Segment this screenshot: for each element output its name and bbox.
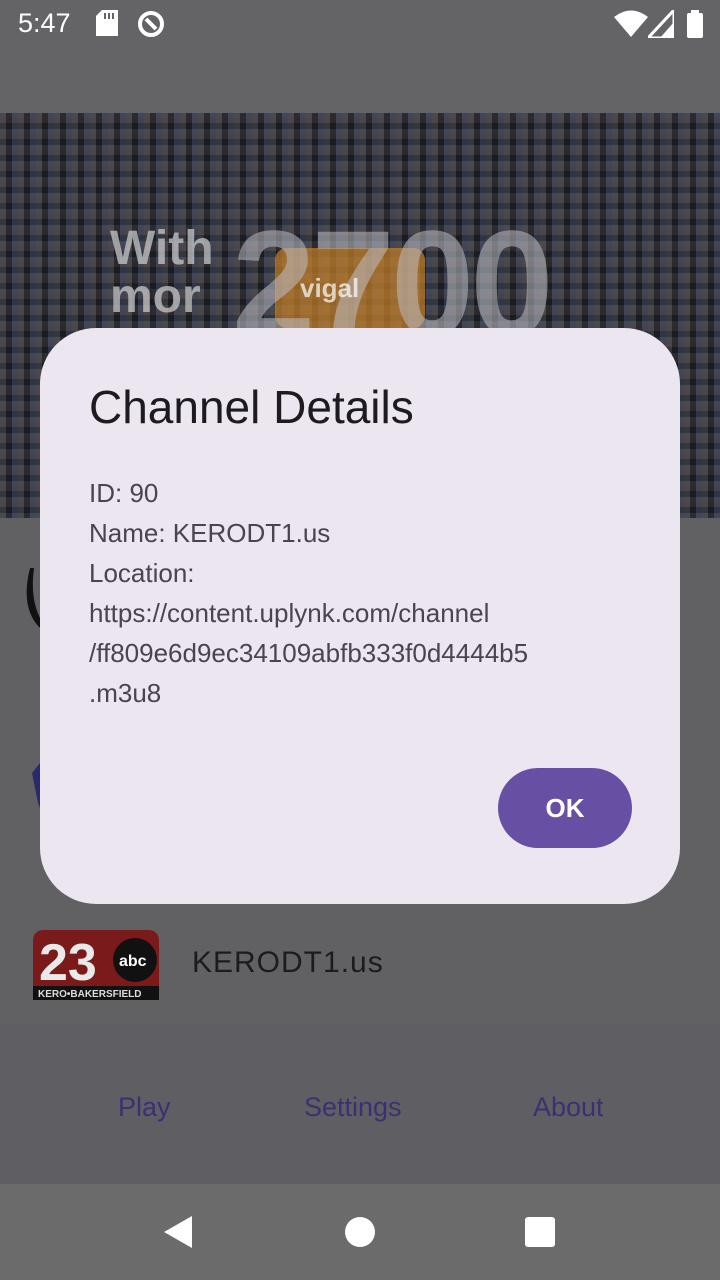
banner-puzzle-text: vigal (300, 273, 360, 303)
location-url-line-3: .m3u8 (89, 678, 162, 708)
app-bar (0, 48, 720, 113)
channel-logo: 23 abc KERO•BAKERSFIELD (33, 928, 159, 1002)
banner-line-2: mor (110, 270, 201, 323)
system-navigation-bar (0, 1184, 720, 1280)
back-icon[interactable] (162, 1215, 194, 1254)
channel-name: KERODT1.us (192, 946, 384, 979)
logo-subtitle: KERO•BAKERSFIELD (38, 989, 142, 1000)
signal-icon (644, 6, 676, 43)
channel-logo-partial[interactable] (0, 568, 40, 628)
location-label: Location: (89, 558, 195, 588)
location-url-line-2: /ff809e6d9ec34109abfb333f0d4444b5 (89, 638, 529, 668)
nav-about[interactable]: About (533, 1092, 604, 1123)
dialog-body: ID: 90 Name: KERODT1.us Location: https:… (89, 473, 609, 713)
channel-logo-partial[interactable] (0, 763, 40, 823)
banner-line-1: With (110, 222, 214, 275)
recents-icon[interactable] (524, 1216, 556, 1253)
status-bar: 5:47 (0, 0, 720, 48)
sd-card-icon (96, 10, 118, 41)
list-item[interactable]: 23 abc KERO•BAKERSFIELD KERODT1.us (0, 916, 720, 1016)
battery-icon (686, 10, 704, 43)
home-icon[interactable] (344, 1216, 376, 1253)
location-url-line-1: https://content.uplynk.com/channel (89, 598, 490, 628)
nav-settings[interactable]: Settings (304, 1092, 402, 1123)
logo-abc: abc (119, 953, 147, 970)
channel-id: ID: 90 (89, 478, 159, 508)
nav-play[interactable]: Play (118, 1092, 171, 1123)
logo-number: 23 (39, 934, 97, 992)
ok-button[interactable]: OK (498, 768, 632, 848)
channel-details-dialog: Channel Details ID: 90 Name: KERODT1.us … (40, 328, 680, 904)
dialog-title: Channel Details (89, 381, 414, 433)
banner-text-small: With mor (110, 225, 214, 321)
channel-name-detail: Name: KERODT1.us (89, 518, 331, 548)
wifi-icon (614, 10, 648, 43)
sync-icon (137, 10, 165, 43)
bottom-navigation: Play Settings About (0, 1024, 720, 1184)
status-time: 5:47 (18, 8, 71, 38)
